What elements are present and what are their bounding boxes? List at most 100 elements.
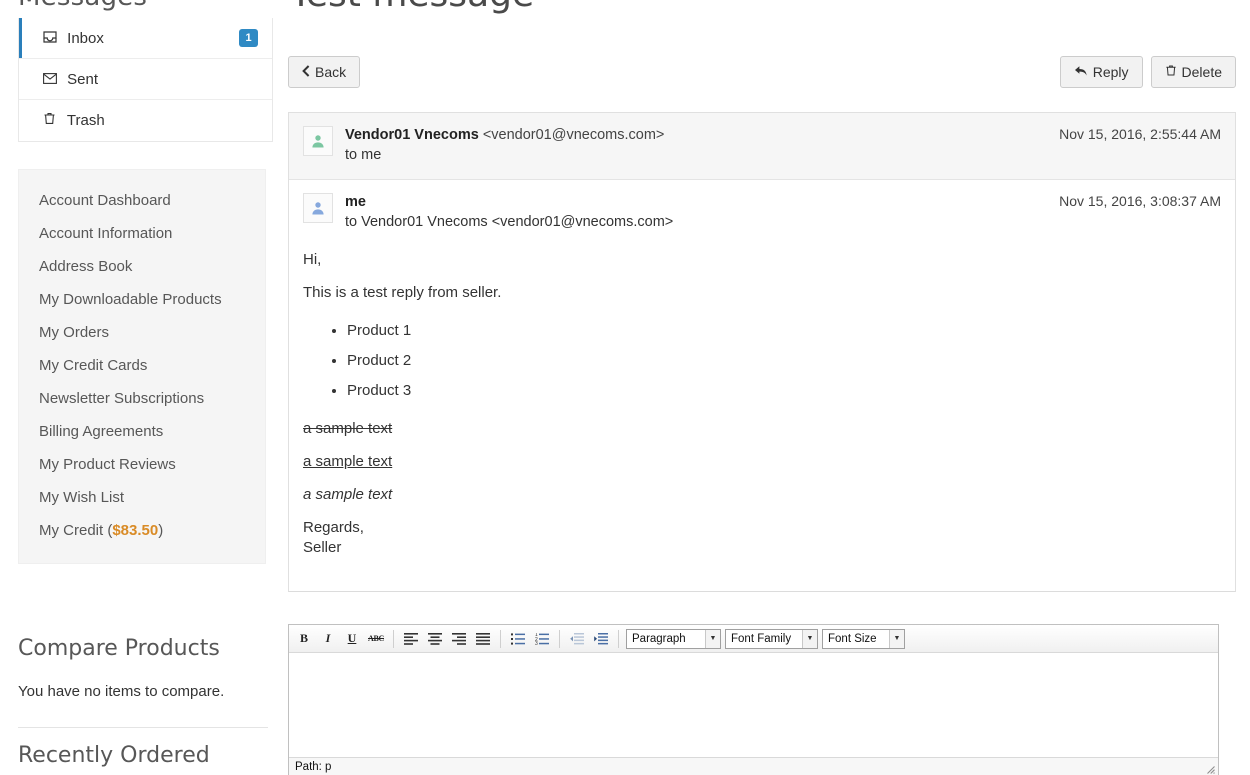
sidebar-item-label-inbox: Inbox xyxy=(67,30,104,47)
toolbar-separator xyxy=(500,629,501,648)
compare-products-empty-text: You have no items to compare. xyxy=(18,683,225,700)
sidebar: Messages Inbox 1 Sent Trash xyxy=(0,0,290,768)
sidebar-item-account-information[interactable]: Account Information xyxy=(19,217,265,250)
sender-email: <vendor01@vnecoms.com> xyxy=(482,127,665,143)
chevron-down-icon: ▼ xyxy=(889,629,904,648)
align-center-icon[interactable] xyxy=(424,628,446,649)
delete-button[interactable]: Delete xyxy=(1150,56,1236,88)
my-credit-label: My Credit ( xyxy=(39,522,113,539)
format-select-value: Paragraph xyxy=(632,632,686,645)
page-title: Test message xyxy=(288,0,534,13)
avatar xyxy=(303,126,333,156)
sidebar-item-downloadable-products[interactable]: My Downloadable Products xyxy=(19,283,265,316)
font-family-select[interactable]: Font Family ▼ xyxy=(725,628,818,649)
my-credit-amount: $83.50 xyxy=(112,522,159,539)
sidebar-item-newsletter-subscriptions[interactable]: Newsletter Subscriptions xyxy=(19,382,265,415)
reply-button-label: Reply xyxy=(1092,64,1129,80)
toolbar-separator xyxy=(559,629,560,648)
sidebar-item-inbox[interactable]: Inbox 1 xyxy=(19,18,272,59)
avatar xyxy=(303,193,333,223)
back-button[interactable]: Back xyxy=(288,56,361,88)
sidebar-item-label-trash: Trash xyxy=(66,112,105,129)
sender-name: me xyxy=(345,194,366,210)
underline-icon[interactable]: U xyxy=(341,628,363,649)
message-header-row[interactable]: Vendor01 Vnecoms <vendor01@vnecoms.com> … xyxy=(289,113,1235,180)
message-thread: Vendor01 Vnecoms <vendor01@vnecoms.com> … xyxy=(288,112,1236,592)
font-family-select-value: Font Family xyxy=(731,632,792,645)
message-timestamp: Nov 15, 2016, 2:55:44 AM xyxy=(1059,126,1221,142)
right-action-group: Reply Delete xyxy=(1059,56,1236,88)
sidebar-item-account-dashboard[interactable]: Account Dashboard xyxy=(19,184,265,217)
message-folder-nav: Inbox 1 Sent Trash xyxy=(18,18,273,142)
delete-button-label: Delete xyxy=(1181,64,1222,80)
format-select[interactable]: Paragraph ▼ xyxy=(626,628,721,649)
sidebar-item-my-orders[interactable]: My Orders xyxy=(19,316,265,349)
reply-editor: B I U ABC 1 2 3 Paragraph ▼ Font Family … xyxy=(288,624,1219,775)
indent-icon[interactable] xyxy=(590,628,612,649)
align-right-icon[interactable] xyxy=(448,628,470,649)
body-sample-underline: a sample text xyxy=(303,453,393,470)
list-item: Product 1 xyxy=(347,316,1219,346)
sidebar-item-trash[interactable]: Trash xyxy=(19,100,272,141)
trash-icon xyxy=(43,100,63,141)
toolbar-separator xyxy=(393,629,394,648)
list-item: Product 3 xyxy=(347,376,1219,406)
inbox-unread-badge: 1 xyxy=(239,29,258,47)
align-left-icon[interactable] xyxy=(400,628,422,649)
sidebar-item-label-sent: Sent xyxy=(67,71,99,88)
editor-status-bar: Path: p xyxy=(289,757,1218,775)
message-body: Hi, This is a test reply from seller. Pr… xyxy=(289,246,1235,591)
chevron-left-icon xyxy=(302,64,310,80)
recipient-line: to Vendor01 Vnecoms <vendor01@vnecoms.co… xyxy=(345,214,674,230)
italic-icon[interactable]: I xyxy=(317,628,339,649)
sidebar-item-my-credit[interactable]: My Credit ($83.50) xyxy=(19,514,265,547)
sidebar-item-billing-agreements[interactable]: Billing Agreements xyxy=(19,415,265,448)
editor-path-label: Path: p xyxy=(295,761,332,773)
sidebar-item-my-wish-list[interactable]: My Wish List xyxy=(19,481,265,514)
sender-name: Vendor01 Vnecoms xyxy=(345,127,479,143)
body-sample-italic: a sample text xyxy=(303,486,393,503)
recently-ordered-heading: Recently Ordered xyxy=(18,743,210,768)
chevron-down-icon: ▼ xyxy=(705,629,720,648)
reply-body-input[interactable] xyxy=(289,653,1218,757)
sidebar-divider xyxy=(18,727,268,728)
compare-products-block: Compare Products You have no items to co… xyxy=(18,636,268,700)
outdent-icon[interactable] xyxy=(566,628,588,649)
numbered-list-icon[interactable]: 123 xyxy=(531,628,553,649)
sidebar-item-my-credit-cards[interactable]: My Credit Cards xyxy=(19,349,265,382)
recipient-line: to me xyxy=(345,147,382,163)
reply-arrow-icon xyxy=(1074,64,1088,80)
editor-toolbar: B I U ABC 1 2 3 Paragraph ▼ Font Family … xyxy=(289,625,1218,653)
message-header-row[interactable]: me to Vendor01 Vnecoms <vendor01@vnecoms… xyxy=(289,180,1235,246)
body-bullet-list: Product 1 Product 2 Product 3 xyxy=(303,316,1219,406)
sidebar-item-sent[interactable]: Sent xyxy=(19,59,272,100)
envelope-icon xyxy=(43,59,63,100)
list-item: Product 2 xyxy=(347,346,1219,376)
align-justify-icon[interactable] xyxy=(472,628,494,649)
messages-heading: Messages xyxy=(18,0,290,12)
back-button-label: Back xyxy=(315,64,347,80)
strikethrough-icon[interactable]: ABC xyxy=(365,628,387,649)
toolbar-separator xyxy=(618,629,619,648)
body-greeting: Hi, xyxy=(303,251,322,268)
trash-icon xyxy=(1165,64,1177,80)
message-timestamp: Nov 15, 2016, 3:08:37 AM xyxy=(1059,193,1221,209)
bullet-list-icon[interactable] xyxy=(507,628,529,649)
svg-text:3: 3 xyxy=(535,641,538,645)
sidebar-item-address-book[interactable]: Address Book xyxy=(19,250,265,283)
compare-products-heading: Compare Products xyxy=(18,636,220,661)
body-intro: This is a test reply from seller. xyxy=(303,284,502,301)
sidebar-item-my-product-reviews[interactable]: My Product Reviews xyxy=(19,448,265,481)
body-sample-strikethrough: a sample text xyxy=(303,420,393,437)
body-signoff: Regards, Seller xyxy=(303,518,1219,558)
font-size-select[interactable]: Font Size ▼ xyxy=(822,628,905,649)
editor-resize-handle[interactable] xyxy=(1202,761,1216,775)
reply-button[interactable]: Reply xyxy=(1059,56,1143,88)
signature-line: Seller xyxy=(303,539,342,556)
message-actions-bar: Back Reply Delete xyxy=(288,56,1236,90)
my-credit-label-end: ) xyxy=(158,522,164,539)
bold-icon[interactable]: B xyxy=(293,628,315,649)
inbox-icon xyxy=(43,18,63,59)
message-detail-page: Messages Inbox 1 Sent Trash xyxy=(0,0,1250,775)
signoff-line: Regards, xyxy=(303,519,364,536)
